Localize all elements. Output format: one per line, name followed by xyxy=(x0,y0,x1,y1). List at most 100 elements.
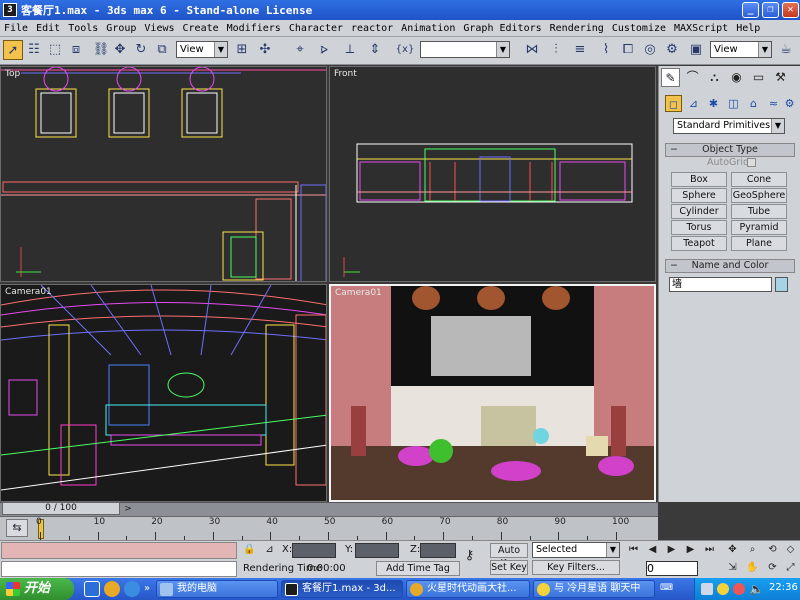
zoom-icon[interactable]: ⌕ xyxy=(745,543,760,557)
walkthrough-icon[interactable]: ⇲ xyxy=(725,561,740,575)
fov-icon[interactable]: ◇ xyxy=(783,543,798,557)
menu-tools[interactable]: Tools xyxy=(64,23,102,34)
cameras-icon[interactable]: ◫ xyxy=(725,95,742,112)
go-to-end-icon[interactable]: ⏭ xyxy=(702,543,717,557)
z-coordinate-field[interactable] xyxy=(420,543,456,558)
render-last-icon[interactable]: ☕ xyxy=(776,40,796,60)
autogrid-checkbox[interactable] xyxy=(747,158,756,167)
spinner-snap-icon[interactable]: ⇕ xyxy=(365,40,385,60)
sphere-button[interactable]: Sphere xyxy=(671,188,727,203)
select-and-rotate-icon[interactable]: ↻ xyxy=(131,40,151,60)
menu-maxscript[interactable]: MAXScript xyxy=(670,23,732,34)
cylinder-button[interactable]: Cylinder xyxy=(671,204,727,219)
menu-reactor[interactable]: reactor xyxy=(347,23,397,34)
internet-explorer-icon[interactable] xyxy=(124,581,140,597)
network-icon[interactable] xyxy=(701,583,713,595)
next-frame-arrow-icon[interactable]: > xyxy=(122,503,134,515)
pan-view-icon[interactable]: ✥ xyxy=(725,543,740,557)
security-icon[interactable] xyxy=(733,583,745,595)
plane-button[interactable]: Plane xyxy=(731,236,787,251)
clock[interactable]: 22:36 xyxy=(769,582,798,593)
qq-tray-icon[interactable] xyxy=(717,583,729,595)
menu-rendering[interactable]: Rendering xyxy=(546,23,608,34)
viewport-camera[interactable]: Camera01 xyxy=(0,284,327,502)
shapes-icon[interactable]: ⊿ xyxy=(685,95,702,112)
minimize-button[interactable]: _ xyxy=(742,2,759,18)
object-color-swatch[interactable] xyxy=(775,277,788,292)
object-name-field[interactable]: 墙 xyxy=(669,277,772,292)
select-and-link-icon[interactable]: ⛓ xyxy=(91,40,111,60)
curve-editor-icon[interactable]: ⌇ xyxy=(596,40,616,60)
menu-file[interactable]: File xyxy=(0,23,32,34)
x-coordinate-field[interactable] xyxy=(292,543,336,558)
previous-frame-icon[interactable]: ◀ xyxy=(645,543,660,557)
window-crossing-icon[interactable]: ⧈ xyxy=(66,40,86,60)
reference-coordinate-select[interactable]: View ▼ xyxy=(176,41,228,58)
snap-toggle-icon[interactable]: ⌖ xyxy=(290,40,310,60)
volume-icon[interactable]: 🔈 xyxy=(749,582,764,596)
auto-key-button[interactable]: Auto Key xyxy=(490,543,528,569)
select-and-scale-icon[interactable]: ⧉ xyxy=(152,40,172,60)
motion-tab-icon[interactable]: ◉ xyxy=(727,68,746,87)
menu-help[interactable]: Help xyxy=(732,23,764,34)
selection-lock-icon[interactable]: 🔒 xyxy=(242,543,257,557)
hierarchy-tab-icon[interactable]: ⛬ xyxy=(705,68,724,87)
primitive-category-dropdown[interactable]: Standard Primitives ▼ xyxy=(673,118,785,134)
show-desktop-icon[interactable] xyxy=(84,581,100,597)
tube-button[interactable]: Tube xyxy=(731,204,787,219)
arc-rotate-icon[interactable]: ⟲ xyxy=(765,543,780,557)
viewport-top[interactable]: Top xyxy=(0,66,327,282)
time-slider-thumb[interactable]: 0 / 100 xyxy=(2,502,120,515)
named-selection-sets-button[interactable]: {x} xyxy=(392,40,418,60)
absolute-mode-icon[interactable]: ⊿ xyxy=(262,543,277,557)
mirror-icon[interactable]: ⋈ xyxy=(522,40,542,60)
utilities-tab-icon[interactable]: ⚒ xyxy=(771,68,790,87)
menu-views[interactable]: Views xyxy=(140,23,178,34)
viewport-rendered[interactable]: Camera01 xyxy=(329,284,656,502)
taskbar-item-my-computer[interactable]: 我的电脑 xyxy=(156,580,278,598)
taskbar-item-browser[interactable]: 火星时代动画大社... xyxy=(406,580,530,598)
cone-button[interactable]: Cone xyxy=(731,172,787,187)
menu-graph-editors[interactable]: Graph Editors xyxy=(459,23,545,34)
box-button[interactable]: Box xyxy=(671,172,727,187)
taskbar-item-3dsmax[interactable]: 客餐厅1.max - 3d... xyxy=(281,580,403,598)
key-selection-dropdown[interactable]: Selected ▼ xyxy=(532,542,620,558)
y-coordinate-field[interactable] xyxy=(355,543,399,558)
menu-customize[interactable]: Customize xyxy=(608,23,670,34)
name-and-color-rollout[interactable]: − Name and Color xyxy=(665,259,795,273)
add-time-tag-button[interactable]: Add Time Tag xyxy=(376,561,460,576)
taskbar-item-chat[interactable]: 与 冷月星语 聊天中 xyxy=(533,580,655,598)
language-bar-icon[interactable]: ⌨ xyxy=(660,583,690,595)
space-warps-icon[interactable]: ≈ xyxy=(765,95,782,112)
quick-render-icon[interactable]: ▣ xyxy=(686,40,706,60)
menu-modifiers[interactable]: Modifiers xyxy=(223,23,285,34)
set-key-button[interactable]: Set Key xyxy=(490,560,528,575)
pyramid-button[interactable]: Pyramid xyxy=(731,220,787,235)
schematic-view-icon[interactable]: ⧠ xyxy=(618,40,638,60)
menu-create[interactable]: Create xyxy=(179,23,223,34)
menu-character[interactable]: Character xyxy=(285,23,347,34)
maximize-button[interactable]: ❐ xyxy=(762,2,779,18)
geometry-icon[interactable]: ◻ xyxy=(665,95,682,112)
maxscript-listener-field[interactable] xyxy=(1,542,237,559)
key-mode-icon[interactable]: ⚷ xyxy=(462,549,477,563)
geosphere-button[interactable]: GeoSphere xyxy=(731,188,787,203)
browser-icon[interactable] xyxy=(104,581,120,597)
roll-icon[interactable]: ⟳ xyxy=(765,561,780,575)
object-type-rollout[interactable]: − Object Type xyxy=(665,143,795,157)
menu-edit[interactable]: Edit xyxy=(32,23,64,34)
mini-curve-editor-icon[interactable]: ⇆ xyxy=(6,519,28,537)
angle-snap-icon[interactable]: ⦠ xyxy=(314,40,334,60)
start-button[interactable]: 开始 xyxy=(0,578,74,600)
select-and-move-icon[interactable]: ✥ xyxy=(110,40,130,60)
select-object-icon[interactable]: ➚ xyxy=(3,40,23,60)
next-frame-icon[interactable]: ▶ xyxy=(683,543,698,557)
systems-icon[interactable]: ⚙ xyxy=(781,95,798,112)
viewport-front[interactable]: Front xyxy=(329,66,656,282)
orbit-icon[interactable]: ✋ xyxy=(745,561,760,575)
create-tab-icon[interactable]: ✎ xyxy=(661,68,680,87)
torus-button[interactable]: Torus xyxy=(671,220,727,235)
play-icon[interactable]: ▶ xyxy=(664,543,679,557)
percent-snap-icon[interactable]: ⟂ xyxy=(340,40,360,60)
pivot-center-icon[interactable]: ⊞ xyxy=(232,40,252,60)
